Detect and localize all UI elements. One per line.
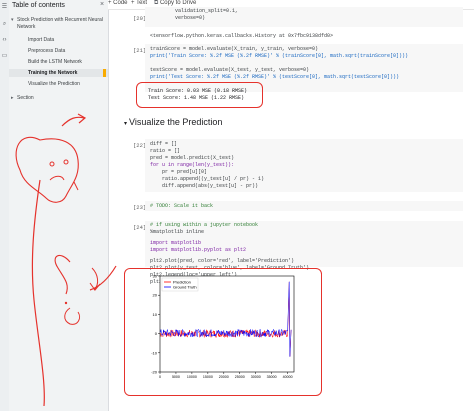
- code-line: trainScore = model.evaluate(X_train, y_t…: [150, 46, 319, 52]
- toc-item-stock-prediction[interactable]: Stock Prediction with Recurrent Neural: [17, 17, 103, 23]
- y-tick-label: -20: [151, 370, 158, 375]
- y-tick-label: 10: [153, 312, 158, 317]
- code-line: pred = model.predict(X_test): [150, 155, 235, 161]
- toc-title: Table of contents: [12, 2, 65, 9]
- arrow-annotation: [89, 265, 117, 291]
- toc-item-preprocess-data[interactable]: Preprocess Data: [28, 48, 65, 54]
- toc-item-build-lstm[interactable]: Build the LSTM Network: [28, 59, 82, 65]
- menu-icon[interactable]: ☰: [1, 3, 8, 11]
- cell-20-output: <tensorflow.python.keras.callbacks.Histo…: [150, 33, 334, 39]
- code-snippets-icon[interactable]: ‹›: [1, 36, 8, 44]
- add-code-button[interactable]: + Code: [108, 0, 128, 6]
- code-line: verbose=0): [175, 15, 206, 21]
- copy-to-drive-label: Copy to Drive: [159, 0, 197, 6]
- code-line: print('Train Score: %.2f MSE (%.2f RMSE)…: [150, 53, 409, 59]
- x-tick-label: 15000: [203, 375, 213, 379]
- close-icon[interactable]: ×: [100, 1, 104, 8]
- search-icon[interactable]: ⌕: [1, 20, 8, 28]
- drive-icon: ⧉: [154, 0, 159, 6]
- hand-drawn-annotations: [15, 113, 101, 407]
- code-line: %matplotlib inline: [150, 229, 205, 235]
- toc-item-training-network[interactable]: Training the Network: [28, 70, 77, 76]
- code-line: validation_split=0.1,: [175, 8, 239, 14]
- prediction-chart: -20 -10 0 10 20 30 0 5000 10000 15000 20000 25000 30…: [151, 274, 295, 379]
- toc-active-marker: [103, 69, 106, 77]
- code-line: print('Test Score: %.2f MSE (%.2f RMSE)'…: [150, 74, 400, 80]
- section-title: Visualize the Prediction: [129, 117, 223, 127]
- code-line: pr = pred[u][0]: [150, 169, 208, 175]
- x-tick-label: 25000: [235, 375, 245, 379]
- copy-to-drive-button[interactable]: ⧉ Copy to Drive: [154, 0, 196, 7]
- code-line: for u in range(len(y_test)):: [150, 162, 235, 168]
- add-text-button[interactable]: + Text: [131, 0, 147, 6]
- chevron-down-icon: ▾: [124, 121, 128, 127]
- code-line: diff.append(abs(y_test[u] - pr)): [150, 183, 259, 189]
- x-tick-label: 0: [159, 375, 161, 379]
- x-tick-label: 40000: [283, 375, 293, 379]
- x-tick-label: 10000: [187, 375, 197, 379]
- code-line: import matplotlib.pyplot as plt2: [150, 247, 247, 253]
- section-heading[interactable]: ▾ Visualize the Prediction: [124, 117, 222, 127]
- x-tick-label: 30000: [251, 375, 261, 379]
- y-tick-label: 30: [153, 274, 158, 279]
- code-line: # TODO: Scale it back: [150, 203, 214, 209]
- table-of-contents-panel: ☰ ⌕ ‹› ▭ Table of contents × ▾ Stock Pre…: [0, 0, 109, 411]
- code-line: ratio = []: [150, 148, 181, 154]
- code-line: diff = []: [150, 141, 178, 147]
- toc-item-import-data[interactable]: Import Data: [28, 37, 54, 43]
- y-tick-label: -10: [151, 350, 158, 355]
- toc-item-stock-prediction-cont[interactable]: Network: [17, 24, 35, 30]
- code-line: plt2.plot(pred, color='red', label='Pred…: [150, 258, 295, 264]
- chevron-down-icon[interactable]: ▾: [11, 17, 14, 23]
- x-tick-label: 20000: [219, 375, 229, 379]
- code-line: # if using within a jupyter notebook: [150, 222, 259, 228]
- x-tick-label: 35000: [267, 375, 277, 379]
- output-highlight-box: [136, 82, 263, 108]
- code-line: testScore = model.evaluate(X_test, y_tes…: [150, 67, 310, 73]
- x-tick-label: 5000: [172, 375, 180, 379]
- legend-label: Ground Truth: [173, 284, 197, 289]
- y-tick-label: 20: [153, 293, 158, 298]
- y-tick-label: 0: [155, 331, 158, 336]
- code-line: ratio.append((y_test[u] / pr) - 1): [150, 176, 265, 182]
- files-icon[interactable]: ▭: [1, 52, 8, 60]
- code-line: import matplotlib: [150, 240, 202, 246]
